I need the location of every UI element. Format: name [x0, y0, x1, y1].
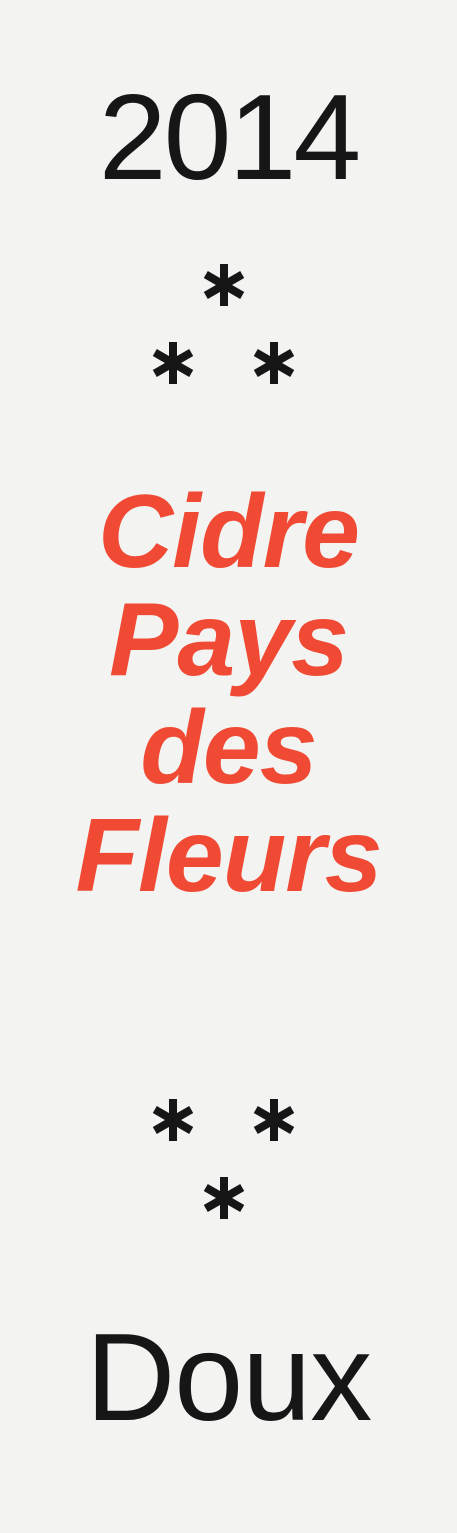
asterisk-icon — [251, 340, 297, 386]
sweetness-level: Doux — [85, 1309, 372, 1447]
asterisk-icon — [251, 1097, 297, 1143]
asterisk-icon — [201, 262, 247, 308]
title-line-4: Fleurs — [75, 798, 382, 914]
asterisk-icon — [150, 1097, 196, 1143]
asterisk-icon — [201, 1175, 247, 1221]
asterisk-icon — [150, 340, 196, 386]
cider-label: 2014 Cidre Pays des Fleurs Doux — [0, 0, 457, 1533]
title-line-2: Pays — [109, 582, 349, 698]
product-name: Cidre Pays des Fleurs — [0, 478, 457, 910]
title-line-3: des — [140, 690, 317, 806]
title-line-1: Cidre — [98, 474, 360, 590]
vintage-year: 2014 — [98, 69, 361, 205]
